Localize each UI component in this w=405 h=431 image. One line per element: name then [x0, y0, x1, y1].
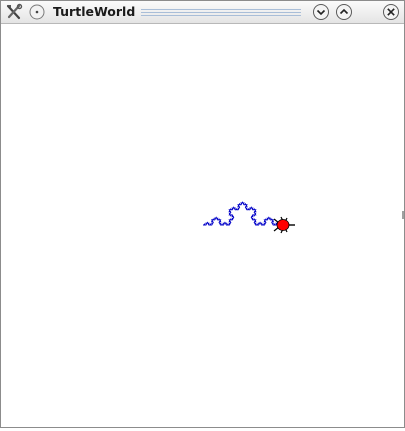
chevron-up-icon[interactable]: [335, 3, 353, 21]
circle-dot-icon[interactable]: [28, 3, 46, 21]
turtle-drawing: [203, 201, 295, 234]
window-title: TurtleWorld: [53, 4, 136, 19]
turtle-canvas[interactable]: [1, 24, 404, 427]
title-bar[interactable]: TurtleWorld: [1, 1, 404, 24]
titlebar-grip: [141, 9, 301, 16]
turtleworld-window: TurtleWorld: [0, 0, 405, 428]
koch-curve-path: [203, 201, 282, 226]
chevron-down-icon[interactable]: [312, 3, 330, 21]
close-icon[interactable]: [382, 3, 400, 21]
resize-handle[interactable]: [402, 211, 404, 219]
turtle-sprite: [273, 216, 295, 234]
tools-icon[interactable]: [5, 3, 23, 21]
